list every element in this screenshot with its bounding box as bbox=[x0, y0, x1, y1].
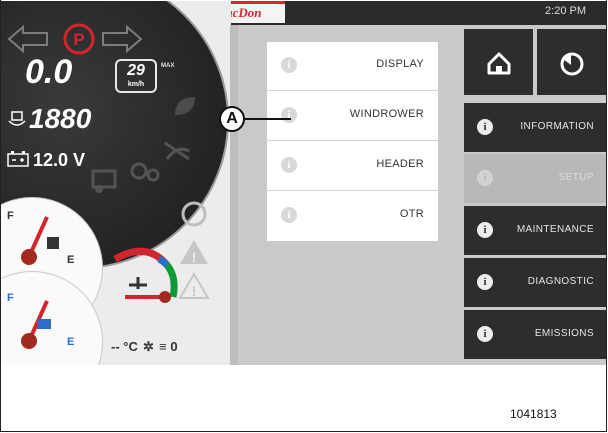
hydraulic-status-icon bbox=[130, 162, 160, 182]
home-icon bbox=[487, 52, 511, 75]
back-icon bbox=[560, 52, 584, 76]
submenu-item-label: HEADER bbox=[376, 158, 424, 170]
climate-status: -- °C ✲ ≡ 0 bbox=[111, 339, 178, 355]
info-icon: i bbox=[477, 119, 493, 135]
menu-diagnostic-button[interactable]: i DIAGNOSTIC bbox=[464, 258, 606, 307]
display-screen: MacDon 2:20 PM P 0.0 29 km/h MAX 1880 12… bbox=[1, 1, 606, 365]
svg-text:!: ! bbox=[192, 283, 197, 299]
coolant-temp-icon bbox=[129, 277, 147, 289]
fan-status-icon bbox=[181, 201, 207, 227]
home-button[interactable] bbox=[464, 29, 533, 95]
engine-rpm: 1880 bbox=[29, 103, 92, 134]
setup-submenu: i DISPLAY i WINDROWER i HEADER i OTR bbox=[267, 42, 438, 241]
info-icon: i bbox=[477, 326, 493, 342]
menu-label: MAINTENANCE bbox=[516, 224, 594, 235]
left-turn-signal-icon bbox=[7, 25, 48, 53]
service-status-icon bbox=[91, 169, 117, 193]
menu-label: DIAGNOSTIC bbox=[527, 276, 594, 287]
fuel-empty-label: E bbox=[67, 254, 74, 266]
callout-leader-line bbox=[245, 118, 291, 120]
speed-limit: 29 bbox=[127, 62, 145, 79]
ground-speed: 0.0 bbox=[25, 53, 73, 91]
menu-label: EMISSIONS bbox=[534, 328, 594, 339]
submenu-item-label: DISPLAY bbox=[376, 58, 424, 70]
regen-status-icon bbox=[164, 141, 190, 161]
info-icon: i bbox=[477, 170, 493, 186]
def-full-label: F bbox=[7, 292, 14, 304]
callout-marker: A bbox=[219, 106, 245, 132]
coolant-temperature-gauge bbox=[113, 247, 178, 303]
defrost-value: 0 bbox=[170, 339, 178, 354]
engine-rpm-icon bbox=[8, 111, 26, 126]
instrument-panel: P 0.0 29 km/h MAX 1880 12.0 V ! ! F E F … bbox=[1, 1, 231, 365]
fuel-full-label: F bbox=[7, 210, 14, 222]
def-gauge-face: F E bbox=[7, 292, 74, 349]
menu-emissions-button[interactable]: i EMISSIONS bbox=[464, 310, 606, 359]
menu-maintenance-button[interactable]: i MAINTENANCE bbox=[464, 206, 606, 255]
menu-label: SETUP bbox=[558, 172, 594, 183]
eco-leaf-icon bbox=[175, 97, 195, 115]
speed-limit-box: 29 km/h bbox=[115, 59, 157, 93]
info-icon: i bbox=[477, 274, 493, 290]
park-brake-icon: P bbox=[63, 23, 95, 55]
info-icon: i bbox=[477, 222, 493, 238]
menu-setup-button[interactable]: i SETUP bbox=[464, 154, 606, 203]
info-icon: i bbox=[281, 107, 297, 123]
temperature-readout: -- °C bbox=[111, 339, 138, 354]
speed-unit: km/h bbox=[127, 81, 145, 88]
fuel-pump-icon bbox=[47, 237, 59, 249]
def-empty-label: E bbox=[67, 336, 74, 348]
def-fluid-icon bbox=[37, 319, 51, 329]
panel-divider bbox=[230, 25, 238, 365]
figure-number: 1041813 bbox=[510, 407, 557, 421]
back-button[interactable] bbox=[537, 29, 606, 95]
battery-voltage: 12.0 V bbox=[33, 150, 86, 170]
menu-label: INFORMATION bbox=[520, 121, 594, 132]
info-icon: i bbox=[281, 57, 297, 73]
battery-icon bbox=[7, 151, 29, 167]
submenu-item-otr[interactable]: i OTR bbox=[267, 192, 438, 241]
submenu-item-label: WINDROWER bbox=[349, 108, 424, 120]
clock: 2:20 PM bbox=[545, 5, 586, 17]
info-icon: i bbox=[281, 157, 297, 173]
svg-text:!: ! bbox=[192, 249, 197, 265]
fuel-gauge-face: F E bbox=[7, 210, 74, 266]
defrost-icon: ≡ bbox=[159, 339, 167, 354]
submenu-item-header[interactable]: i HEADER bbox=[267, 142, 438, 191]
fan-icon: ✲ bbox=[143, 339, 154, 354]
submenu-item-display[interactable]: i DISPLAY bbox=[267, 42, 438, 91]
max-label: MAX bbox=[161, 63, 175, 69]
right-turn-signal-icon bbox=[102, 25, 143, 53]
submenu-item-windrower[interactable]: i WINDROWER bbox=[267, 92, 438, 141]
menu-information-button[interactable]: i INFORMATION bbox=[464, 103, 606, 152]
submenu-item-label: OTR bbox=[399, 208, 424, 220]
park-indicator-label: P bbox=[73, 30, 84, 49]
info-icon: i bbox=[281, 207, 297, 223]
